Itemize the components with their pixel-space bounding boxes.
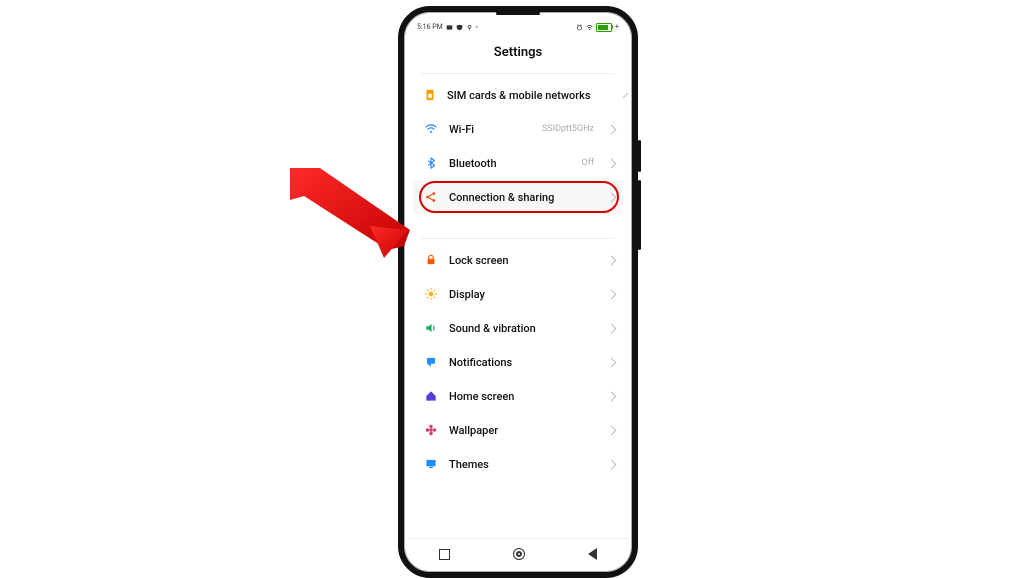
alarm-icon [576, 24, 583, 31]
phone-frame: 5:16 PM • + [398, 6, 638, 578]
row-label: Themes [449, 458, 489, 471]
row-label: SIM cards & mobile networks [447, 89, 591, 102]
side-button-1 [638, 140, 641, 172]
flower-icon [423, 422, 439, 438]
location-icon [466, 24, 473, 31]
row-lock-screen[interactable]: Lock screen [413, 243, 623, 277]
nav-recents-button[interactable] [439, 549, 450, 560]
row-wallpaper[interactable]: Wallpaper [413, 413, 623, 447]
bluetooth-icon [423, 155, 439, 171]
status-right: + [576, 23, 619, 32]
chevron-right-icon [607, 158, 617, 168]
settings-list: SIM cards & mobile networks Wi-Fi SSIDpt… [407, 67, 629, 538]
chevron-right-icon [607, 323, 617, 333]
callout-arrow [290, 168, 410, 258]
row-value: SSIDptt5GHz [542, 124, 594, 134]
group-gap [413, 214, 623, 232]
battery-icon [596, 23, 612, 32]
row-label: Sound & vibration [449, 322, 536, 335]
nav-back-button[interactable] [588, 548, 597, 560]
bell-icon [423, 354, 439, 370]
home-icon [423, 388, 439, 404]
row-label: Connection & sharing [449, 191, 554, 204]
chevron-right-icon [622, 92, 628, 98]
group-divider [421, 238, 615, 239]
chevron-right-icon [607, 357, 617, 367]
shield-icon [456, 24, 463, 31]
battery-plus: + [615, 23, 619, 31]
wifi-icon [423, 121, 439, 137]
status-bar: 5:16 PM • + [407, 15, 629, 37]
sun-icon [423, 286, 439, 302]
group-divider [421, 73, 615, 74]
chevron-right-icon [607, 289, 617, 299]
chevron-right-icon [607, 192, 617, 202]
row-wifi[interactable]: Wi-Fi SSIDptt5GHz [413, 112, 623, 146]
system-nav-bar [407, 538, 629, 569]
camera-indicator-icon [446, 24, 453, 31]
status-dot-icon: • [476, 24, 478, 31]
row-label: Display [449, 288, 485, 301]
row-label: Wallpaper [449, 424, 498, 437]
row-label: Home screen [449, 390, 514, 403]
status-left: 5:16 PM • [417, 23, 478, 31]
page-header: Settings [407, 37, 629, 67]
chevron-right-icon [607, 425, 617, 435]
row-label: Notifications [449, 356, 512, 369]
monitor-icon [423, 456, 439, 472]
row-sim-cards[interactable]: SIM cards & mobile networks [413, 78, 623, 112]
page-title: Settings [494, 45, 542, 60]
row-home-screen[interactable]: Home screen [413, 379, 623, 413]
chevron-right-icon [607, 391, 617, 401]
row-connection-sharing[interactable]: Connection & sharing [413, 180, 623, 214]
chevron-right-icon [607, 459, 617, 469]
row-themes[interactable]: Themes [413, 447, 623, 481]
row-label: Lock screen [449, 254, 509, 267]
side-button-2 [638, 180, 641, 250]
row-value: Off [582, 158, 594, 168]
row-sound-vibration[interactable]: Sound & vibration [413, 311, 623, 345]
screen: 5:16 PM • + [407, 15, 629, 569]
status-time: 5:16 PM [417, 23, 443, 31]
wifi-status-icon [586, 24, 593, 31]
row-label: Wi-Fi [449, 123, 474, 136]
row-bluetooth[interactable]: Bluetooth Off [413, 146, 623, 180]
sim-icon [423, 87, 437, 103]
speaker-icon [423, 320, 439, 336]
row-label: Bluetooth [449, 157, 497, 170]
row-notifications[interactable]: Notifications [413, 345, 623, 379]
row-display[interactable]: Display [413, 277, 623, 311]
chevron-right-icon [607, 255, 617, 265]
lock-icon [423, 252, 439, 268]
nav-home-button[interactable] [513, 548, 525, 560]
chevron-right-icon [607, 124, 617, 134]
share-icon [423, 189, 439, 205]
